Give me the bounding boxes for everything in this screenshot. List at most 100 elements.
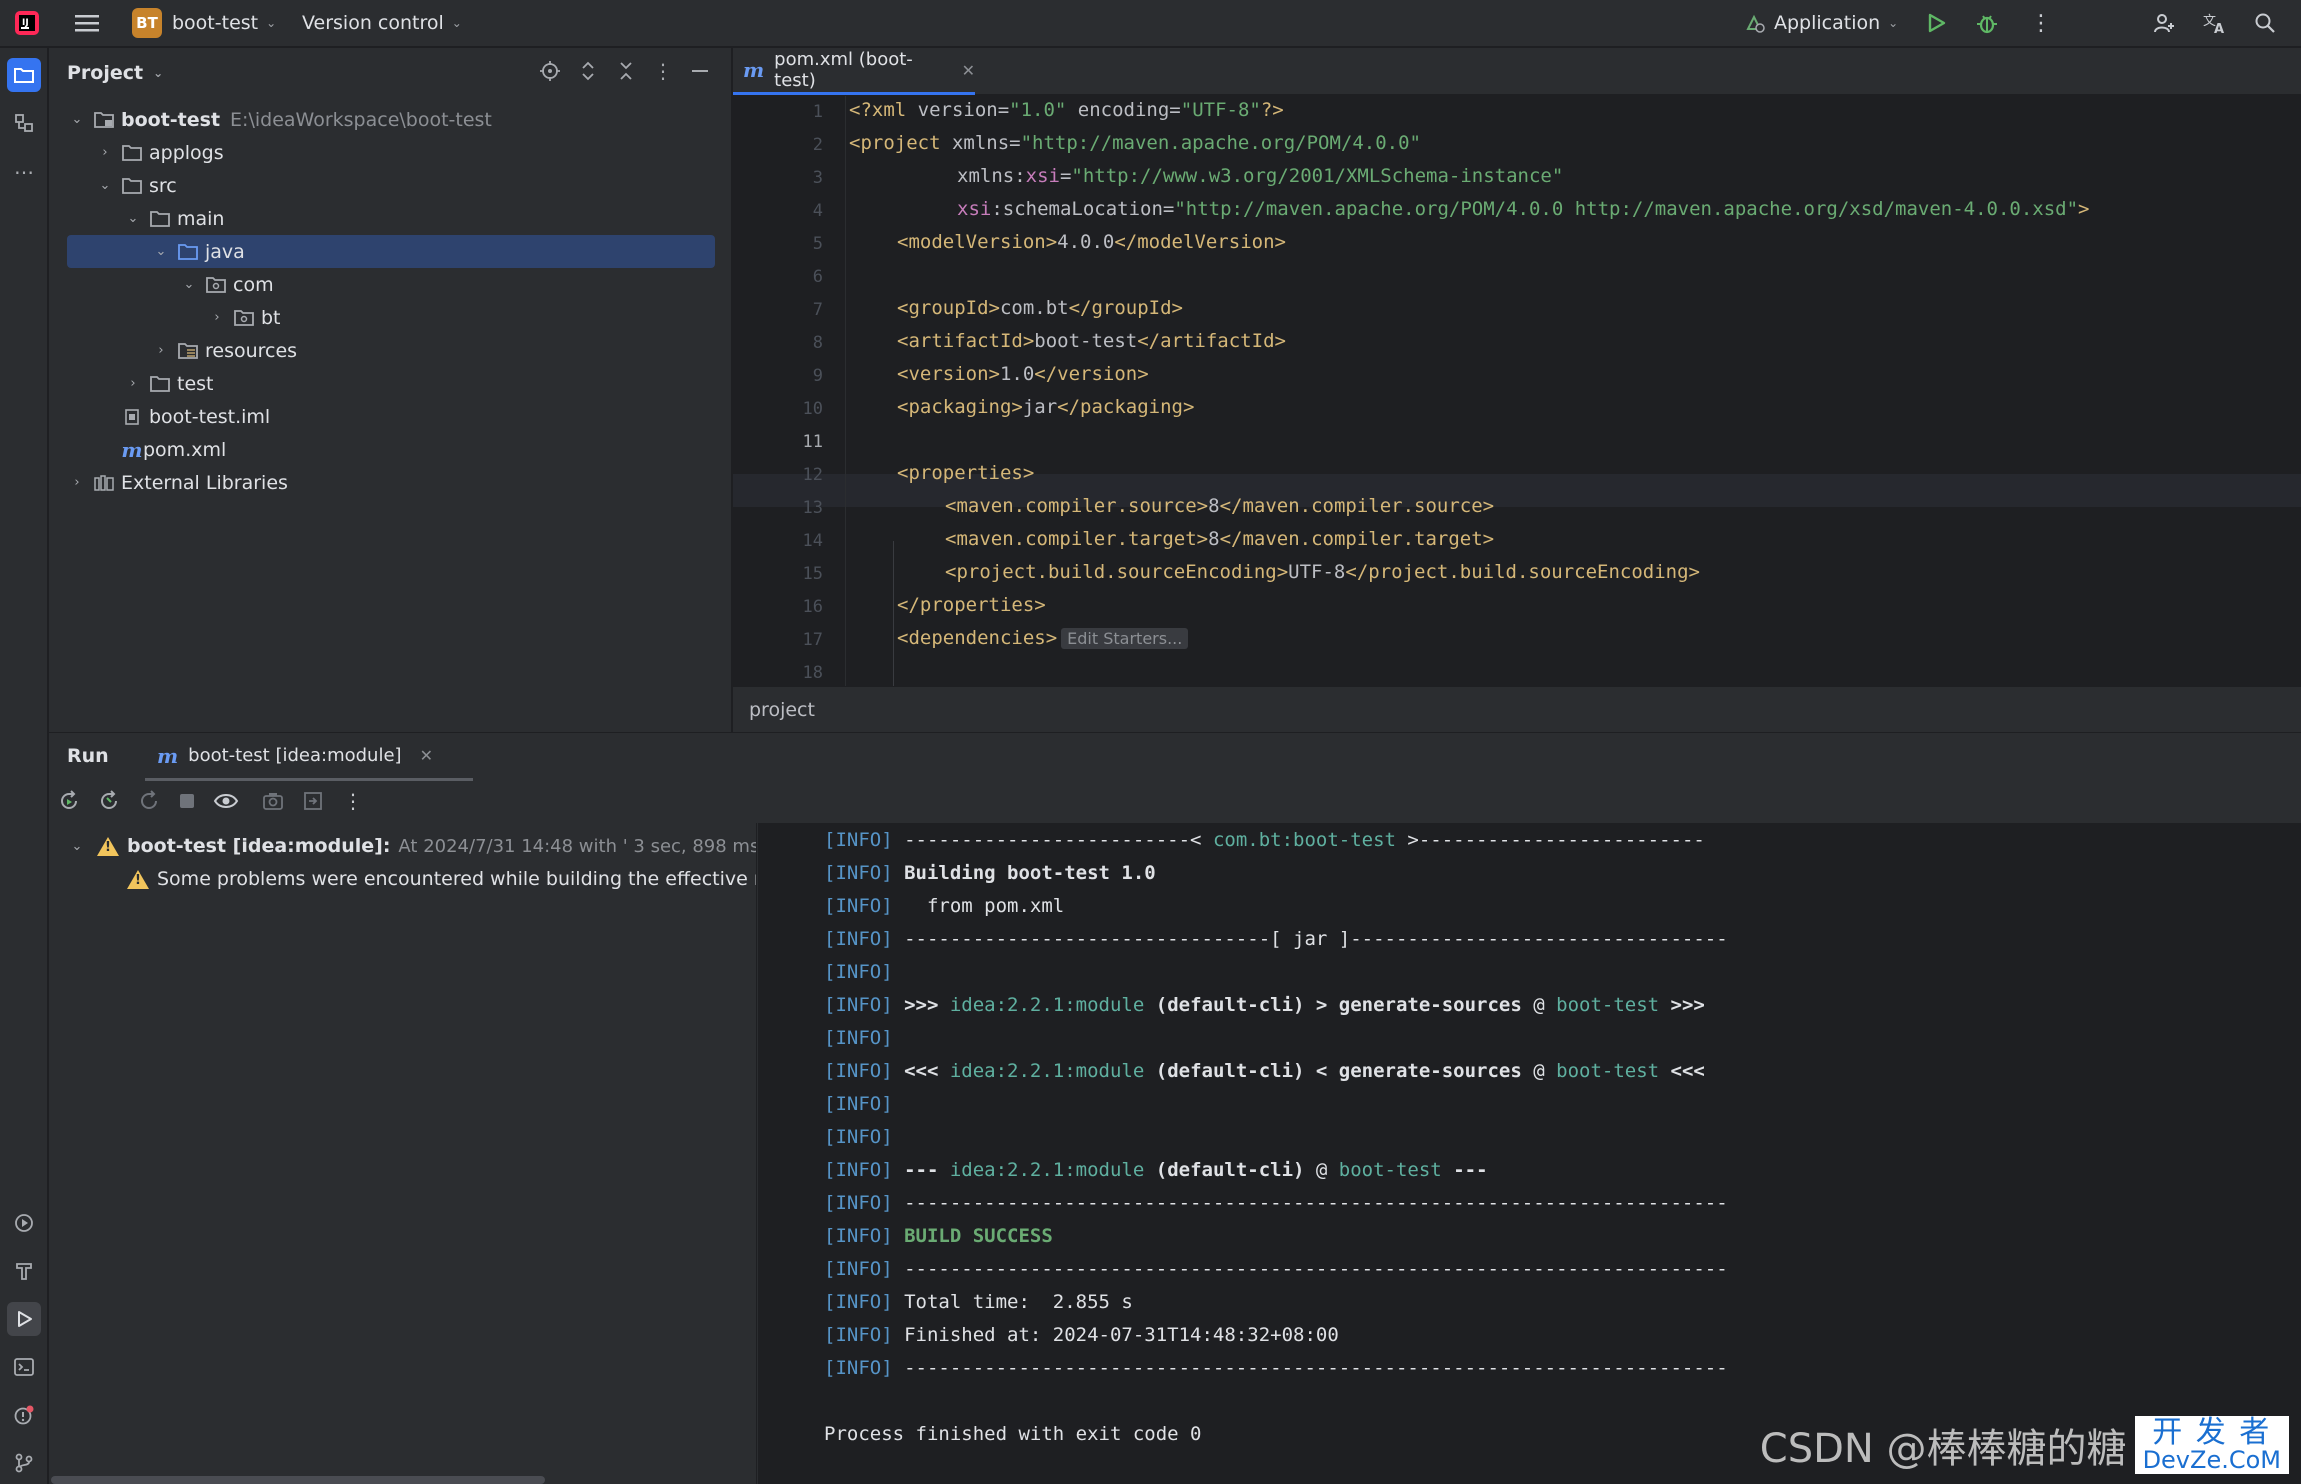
problems-tool-button[interactable] xyxy=(7,1398,41,1432)
chevron-down-icon[interactable]: ⌄ xyxy=(153,66,163,80)
watermark: CSDN @棒棒糖的糖 开 发 者 DevZe.CoM xyxy=(1760,1416,2289,1474)
tree-item-iml[interactable]: boot-test.iml xyxy=(67,400,715,433)
console-output[interactable]: [INFO] -------------------------< com.bt… xyxy=(758,823,2301,1484)
log-level: [INFO] xyxy=(824,1324,893,1346)
rerun-icon[interactable] xyxy=(57,789,81,818)
horizontal-scrollbar[interactable] xyxy=(51,1476,545,1484)
close-icon[interactable]: ✕ xyxy=(962,61,975,80)
main-menu-icon[interactable] xyxy=(74,0,100,47)
structure-tool-button[interactable] xyxy=(7,106,41,140)
expand-all-icon[interactable] xyxy=(577,60,599,82)
chevron-down-icon[interactable]: ⌄ xyxy=(123,211,143,226)
console-text: @ xyxy=(1521,1060,1557,1082)
camera-icon[interactable] xyxy=(261,789,285,818)
console-text: -------------------------< xyxy=(892,829,1213,851)
run-tool-button[interactable] xyxy=(7,1302,41,1336)
chevron-down-icon[interactable]: ⌄ xyxy=(67,839,87,854)
add-user-icon[interactable] xyxy=(2152,0,2176,47)
application-config-icon xyxy=(1746,14,1765,33)
locate-icon[interactable] xyxy=(539,60,561,82)
run-tree-child[interactable]: Some problems were encountered while bui… xyxy=(127,864,756,894)
search-icon[interactable] xyxy=(2254,0,2276,47)
build-tool-button[interactable] xyxy=(7,1254,41,1288)
debug-button[interactable] xyxy=(1974,0,2000,47)
tree-item-external-libraries[interactable]: › External Libraries xyxy=(67,466,715,499)
run-tree-root-meta: At 2024/7/31 14:48 with ' 3 sec, 898 ms xyxy=(398,835,757,857)
restart-icon[interactable] xyxy=(137,789,161,818)
tree-item-applogs[interactable]: › applogs xyxy=(67,136,715,169)
log-level: [INFO] xyxy=(824,895,893,917)
minimize-icon[interactable] xyxy=(689,60,711,82)
run-tree-root[interactable]: ⌄ boot-test [idea:module]: At 2024/7/31 … xyxy=(67,831,757,861)
more-options-icon[interactable]: ⋮ xyxy=(653,60,673,82)
chevron-down-icon[interactable]: ⌄ xyxy=(179,277,199,292)
export-icon[interactable] xyxy=(301,789,325,818)
current-line-highlight xyxy=(733,474,2301,507)
folder-icon xyxy=(121,144,143,162)
chevron-down-icon[interactable]: ⌄ xyxy=(151,244,171,259)
chevron-down-icon[interactable]: ⌄ xyxy=(95,178,115,193)
git-branch-icon xyxy=(15,1453,33,1473)
tree-item-java[interactable]: ⌄ java xyxy=(67,235,715,268)
stop-icon[interactable] xyxy=(175,789,199,818)
chevron-right-icon[interactable]: › xyxy=(207,310,227,325)
folder-icon xyxy=(149,375,171,393)
line-number: 11 xyxy=(802,432,823,452)
tree-item-main[interactable]: ⌄ main xyxy=(67,202,715,235)
code-area[interactable]: 1 2 3 4 5 6 7 8 9 10 11 12 13 14 15 16 1… xyxy=(733,96,2301,686)
app-logo-icon[interactable]: IJ xyxy=(14,0,40,47)
tree-item-resources[interactable]: › resources xyxy=(67,334,715,367)
console-line: [INFO] ---------------------------------… xyxy=(824,1192,1728,1214)
terminal-tool-button[interactable] xyxy=(7,1350,41,1384)
log-level: [INFO] xyxy=(824,1159,893,1181)
resources-folder-icon xyxy=(177,342,199,360)
services-tool-button[interactable] xyxy=(7,1206,41,1240)
more-tools-icon[interactable]: … xyxy=(7,150,41,184)
tree-item-label: pom.xml xyxy=(143,438,227,461)
chevron-right-icon[interactable]: › xyxy=(95,145,115,160)
project-tool-button[interactable] xyxy=(7,58,41,92)
run-config-selector[interactable]: Application ⌄ xyxy=(1744,0,1898,47)
editor: m pom.xml (boot-test) ✕ 1 2 3 4 5 6 7 8 … xyxy=(733,48,2301,732)
eye-icon[interactable] xyxy=(213,789,239,818)
chevron-right-icon[interactable]: › xyxy=(67,475,87,490)
close-icon[interactable]: ✕ xyxy=(420,746,433,765)
git-tool-button[interactable] xyxy=(7,1446,41,1480)
tree-item-test[interactable]: › test xyxy=(67,367,715,400)
log-level: [INFO] xyxy=(824,1027,893,1049)
console-text: Building boot-test 1.0 xyxy=(892,862,1156,884)
chevron-right-icon[interactable]: › xyxy=(123,376,143,391)
project-panel-title[interactable]: Project xyxy=(67,62,143,84)
vcs-menu[interactable]: Version control ⌄ xyxy=(302,0,462,47)
chevron-right-icon[interactable]: › xyxy=(151,343,171,358)
project-switcher[interactable]: BT boot-test ⌄ xyxy=(132,0,276,47)
run-icon xyxy=(18,1311,32,1327)
more-options-icon[interactable]: ⋮ xyxy=(343,789,363,813)
tree-item-src[interactable]: ⌄ src xyxy=(67,169,715,202)
tree-item-pom[interactable]: m pom.xml xyxy=(67,433,715,466)
tree-item-bt[interactable]: › bt xyxy=(67,301,715,334)
chevron-down-icon[interactable]: ⌄ xyxy=(67,112,87,127)
breadcrumb-item[interactable]: project xyxy=(749,699,815,721)
console-text: Finished at: 2024-07-31T14:48:32+08:00 xyxy=(892,1324,1339,1346)
console-line: [INFO] xyxy=(824,1126,893,1148)
project-name: boot-test xyxy=(172,12,259,34)
collapse-all-icon[interactable] xyxy=(615,60,637,82)
run-tab-boot-test[interactable]: m boot-test [idea:module] ✕ xyxy=(145,733,473,781)
console-text: ----------------------------------------… xyxy=(892,1258,1728,1280)
tree-item-com[interactable]: ⌄ com xyxy=(67,268,715,301)
rerun-failed-icon[interactable] xyxy=(97,789,121,818)
maven-file-icon: m xyxy=(121,437,143,462)
console-line: [INFO] --------------------------------[… xyxy=(824,928,1728,950)
tree-item-root[interactable]: ⌄ boot-test E:\ideaWorkspace\boot-test xyxy=(67,103,715,136)
translate-icon[interactable]: 文A xyxy=(2202,0,2228,47)
tree-item-label: java xyxy=(205,240,245,263)
run-button[interactable] xyxy=(1924,0,1948,47)
tree-item-label: main xyxy=(177,207,225,230)
log-level: [INFO] xyxy=(824,1093,893,1115)
tab-pom-xml[interactable]: m pom.xml (boot-test) ✕ xyxy=(733,48,975,95)
hammer-icon xyxy=(16,1263,32,1280)
more-options-icon[interactable]: ⋮ xyxy=(2030,0,2052,47)
console-text: idea:2.2.1:module xyxy=(949,1159,1145,1181)
log-level: [INFO] xyxy=(824,994,893,1016)
